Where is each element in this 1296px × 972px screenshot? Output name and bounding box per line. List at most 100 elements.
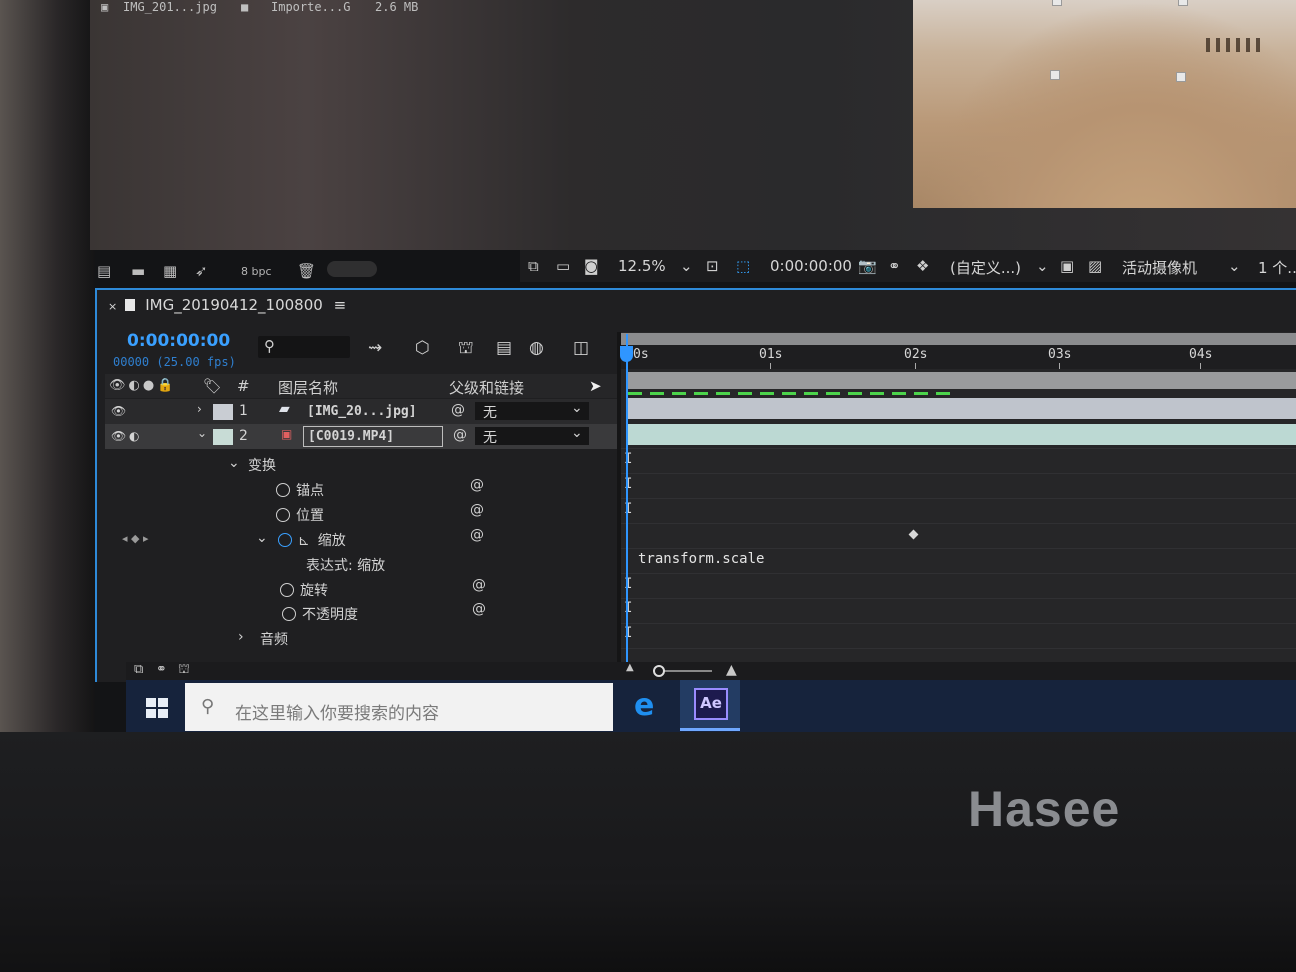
property-opacity[interactable]: 不透明度: [282, 604, 358, 624]
view-mode-select[interactable]: (自定义...): [950, 257, 1021, 278]
chevron-down-icon[interactable]: ⌄: [1036, 257, 1049, 275]
current-time-display[interactable]: 0:00:00:00: [127, 331, 230, 351]
interpret-footage-icon[interactable]: ▤: [97, 262, 111, 280]
pick-whip-icon[interactable]: @: [453, 427, 467, 443]
camera-snapshot-icon[interactable]: 📷: [858, 257, 877, 275]
chevron-right-icon[interactable]: ›: [197, 402, 202, 416]
layer-name-field[interactable]: [C0019.MP4]: [303, 426, 443, 447]
camera-select[interactable]: 活动摄像机: [1122, 257, 1197, 278]
property-anchor[interactable]: 锚点: [276, 480, 324, 500]
expression-text-field[interactable]: transform.scale: [638, 551, 764, 567]
monitor-icon[interactable]: ▭: [556, 257, 570, 275]
column-layer-name[interactable]: 图层名称: [278, 377, 338, 398]
time-navigator-bar[interactable]: [621, 333, 1296, 345]
pick-whip-icon[interactable]: @: [451, 402, 465, 418]
after-effects-taskbar-button[interactable]: Ae: [680, 680, 740, 731]
pick-whip-icon[interactable]: @: [470, 502, 484, 518]
layer-label-color[interactable]: [213, 404, 233, 420]
modes-icon[interactable]: ⚭: [156, 662, 167, 677]
pick-whip-icon[interactable]: @: [470, 527, 484, 543]
property-position[interactable]: 位置: [276, 505, 324, 525]
motion-blur-icon[interactable]: ◍: [529, 338, 544, 358]
render-queue-icon[interactable]: ➶: [195, 262, 208, 280]
time-ruler[interactable]: 0s 01s 02s 03s 04s: [621, 345, 1296, 369]
parent-select[interactable]: 无 ⌄: [475, 425, 589, 446]
zoom-in-icon[interactable]: ▲: [726, 662, 737, 678]
audio-group-label[interactable]: 音频: [260, 629, 288, 649]
layer-switches-icon[interactable]: ⧉: [134, 662, 143, 677]
zoom-slider-track[interactable]: [658, 670, 712, 672]
current-time-indicator[interactable]: [626, 334, 628, 664]
close-icon[interactable]: ×: [108, 300, 117, 313]
layer-duration-bar[interactable]: [628, 398, 1296, 419]
region-of-interest-icon[interactable]: ⊡: [706, 257, 719, 275]
graph-editor-icon[interactable]: ◫: [573, 338, 589, 358]
stopwatch-icon[interactable]: [276, 508, 290, 522]
eye-icon[interactable]: 👁: [111, 404, 126, 418]
frame-blending-icon[interactable]: ▤: [496, 338, 512, 358]
new-folder-icon[interactable]: ▬: [131, 262, 145, 280]
layer-duration-bar-selected[interactable]: [628, 424, 1296, 445]
panel-menu-icon[interactable]: ≡: [334, 296, 347, 314]
transparency-grid-icon[interactable]: ⬚: [736, 257, 750, 275]
shy-layers-icon[interactable]: ⛫: [458, 338, 474, 360]
draft-3d-icon[interactable]: ⬡: [415, 338, 430, 358]
in-out-icon[interactable]: ⛫: [178, 662, 190, 679]
transform-handle[interactable]: [1176, 72, 1186, 82]
property-rotation[interactable]: 旋转: [280, 580, 328, 600]
layer-label-color[interactable]: [213, 429, 233, 445]
chevron-down-icon[interactable]: ⌄: [1228, 257, 1241, 275]
views-select[interactable]: 1 个...: [1258, 257, 1296, 278]
layer-row[interactable]: 👁 › 1 ▰ [IMG_20...jpg] @ 无 ⌄: [105, 399, 617, 424]
bit-depth-button[interactable]: 8 bpc: [241, 265, 272, 278]
windows-start-icon[interactable]: [146, 698, 168, 718]
zoom-select[interactable]: 12.5%: [618, 257, 666, 275]
composition-viewer[interactable]: [913, 0, 1296, 208]
viewer-timecode[interactable]: 0:00:00:00: [770, 257, 852, 275]
stopwatch-icon[interactable]: [276, 483, 290, 497]
keyframe-navigator[interactable]: ◂ ◆ ▸: [122, 532, 149, 545]
chevron-down-icon[interactable]: ⌄: [228, 455, 240, 471]
column-number[interactable]: #: [237, 377, 250, 395]
stopwatch-active-icon[interactable]: [278, 533, 292, 547]
zoom-out-icon[interactable]: ▲: [626, 662, 634, 673]
eye-icon[interactable]: 👁: [111, 429, 126, 443]
pick-whip-icon[interactable]: @: [472, 577, 486, 593]
graph-icon[interactable]: ⊾: [298, 533, 310, 549]
chevron-right-icon[interactable]: ›: [238, 629, 244, 645]
audio-icon[interactable]: ◐: [129, 429, 139, 443]
trash-icon[interactable]: 🗑: [297, 262, 316, 280]
color-channels-icon[interactable]: ❖: [916, 257, 929, 275]
label-tag-icon[interactable]: 🏷: [203, 377, 222, 395]
always-preview-icon[interactable]: ⧉: [528, 257, 539, 275]
layer-name[interactable]: [IMG_20...jpg]: [307, 404, 417, 419]
chevron-down-icon[interactable]: ⌄: [680, 257, 693, 275]
layer-search-input[interactable]: ⚲: [258, 336, 350, 358]
stopwatch-icon[interactable]: [280, 583, 294, 597]
transform-handle[interactable]: [1052, 0, 1062, 6]
column-parent[interactable]: 父级和链接: [449, 377, 524, 398]
work-area-bar[interactable]: [628, 372, 1296, 389]
transform-handle[interactable]: [1178, 0, 1188, 6]
chevron-down-icon[interactable]: ⌄: [256, 530, 268, 546]
show-snapshot-icon[interactable]: ⚭: [888, 257, 901, 275]
transform-handle[interactable]: [1050, 70, 1060, 80]
chevron-down-icon[interactable]: ⌄: [197, 426, 207, 440]
stopwatch-icon[interactable]: [282, 607, 296, 621]
mask-icon[interactable]: ◙: [584, 257, 599, 275]
layer-row-selected[interactable]: 👁 ◐ ⌄ 2 ▣ [C0019.MP4] @ 无 ⌄: [105, 424, 617, 449]
current-time-indicator-head[interactable]: [620, 346, 633, 362]
zoom-slider-knob[interactable]: [653, 665, 665, 677]
timeline-tab[interactable]: × IMG_20190412_100800 ≡: [108, 296, 346, 314]
new-composition-icon[interactable]: ▦: [163, 262, 177, 280]
taskbar-search-input[interactable]: ⚲ 在这里输入你要搜索的内容: [185, 683, 613, 731]
fast-preview-icon[interactable]: ▣: [1060, 257, 1074, 275]
edge-browser-icon[interactable]: e: [634, 688, 654, 723]
pick-whip-icon[interactable]: @: [470, 477, 484, 493]
property-scale[interactable]: ⊾ 缩放: [278, 530, 346, 550]
pick-whip-icon[interactable]: @: [472, 601, 486, 617]
composition-flowchart-icon[interactable]: ⇝: [368, 338, 382, 358]
toggle-grid-icon[interactable]: ▨: [1088, 257, 1102, 275]
parent-select[interactable]: 无 ⌄: [475, 400, 589, 421]
transform-group-label[interactable]: 变换: [248, 455, 276, 475]
